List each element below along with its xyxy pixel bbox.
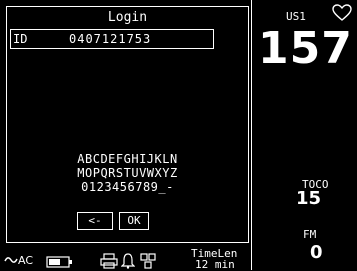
character-keyboard[interactable]: ABCDEFGHIJKLN MOPQRSTUVWXYZ 0123456789_-	[7, 152, 248, 194]
heart-rate-value: 157	[258, 23, 353, 74]
keyboard-row-letters-2[interactable]: MOPQRSTUVWXYZ	[7, 166, 248, 180]
printer-icon	[100, 253, 118, 269]
ac-icon	[4, 257, 18, 263]
timelen-value: 12 min	[195, 258, 235, 271]
bell-icon	[121, 253, 135, 269]
heart-icon	[332, 4, 352, 21]
id-label: ID	[13, 32, 28, 46]
status-bar: AC TimeLen 12 min	[0, 247, 250, 270]
login-panel: Login ID 0407121753 ABCDEFGHIJKLN MOPQRS…	[6, 6, 249, 243]
id-value: 0407121753	[69, 32, 152, 46]
network-icon	[140, 253, 156, 269]
ac-label: AC	[18, 254, 34, 267]
toco-value: 15	[296, 188, 322, 209]
panel-divider	[251, 0, 252, 270]
id-field[interactable]: ID 0407121753	[10, 29, 214, 49]
us1-label: US1	[286, 10, 306, 23]
fm-label: FM	[303, 228, 317, 241]
back-button[interactable]: <-	[77, 212, 113, 230]
ok-button[interactable]: OK	[119, 212, 149, 230]
battery-icon	[46, 256, 72, 268]
login-title: Login	[107, 10, 148, 25]
keyboard-row-letters-1[interactable]: ABCDEFGHIJKLN	[7, 152, 248, 166]
keyboard-row-digits[interactable]: 0123456789_-	[7, 180, 248, 194]
fm-value: 0	[310, 242, 323, 263]
